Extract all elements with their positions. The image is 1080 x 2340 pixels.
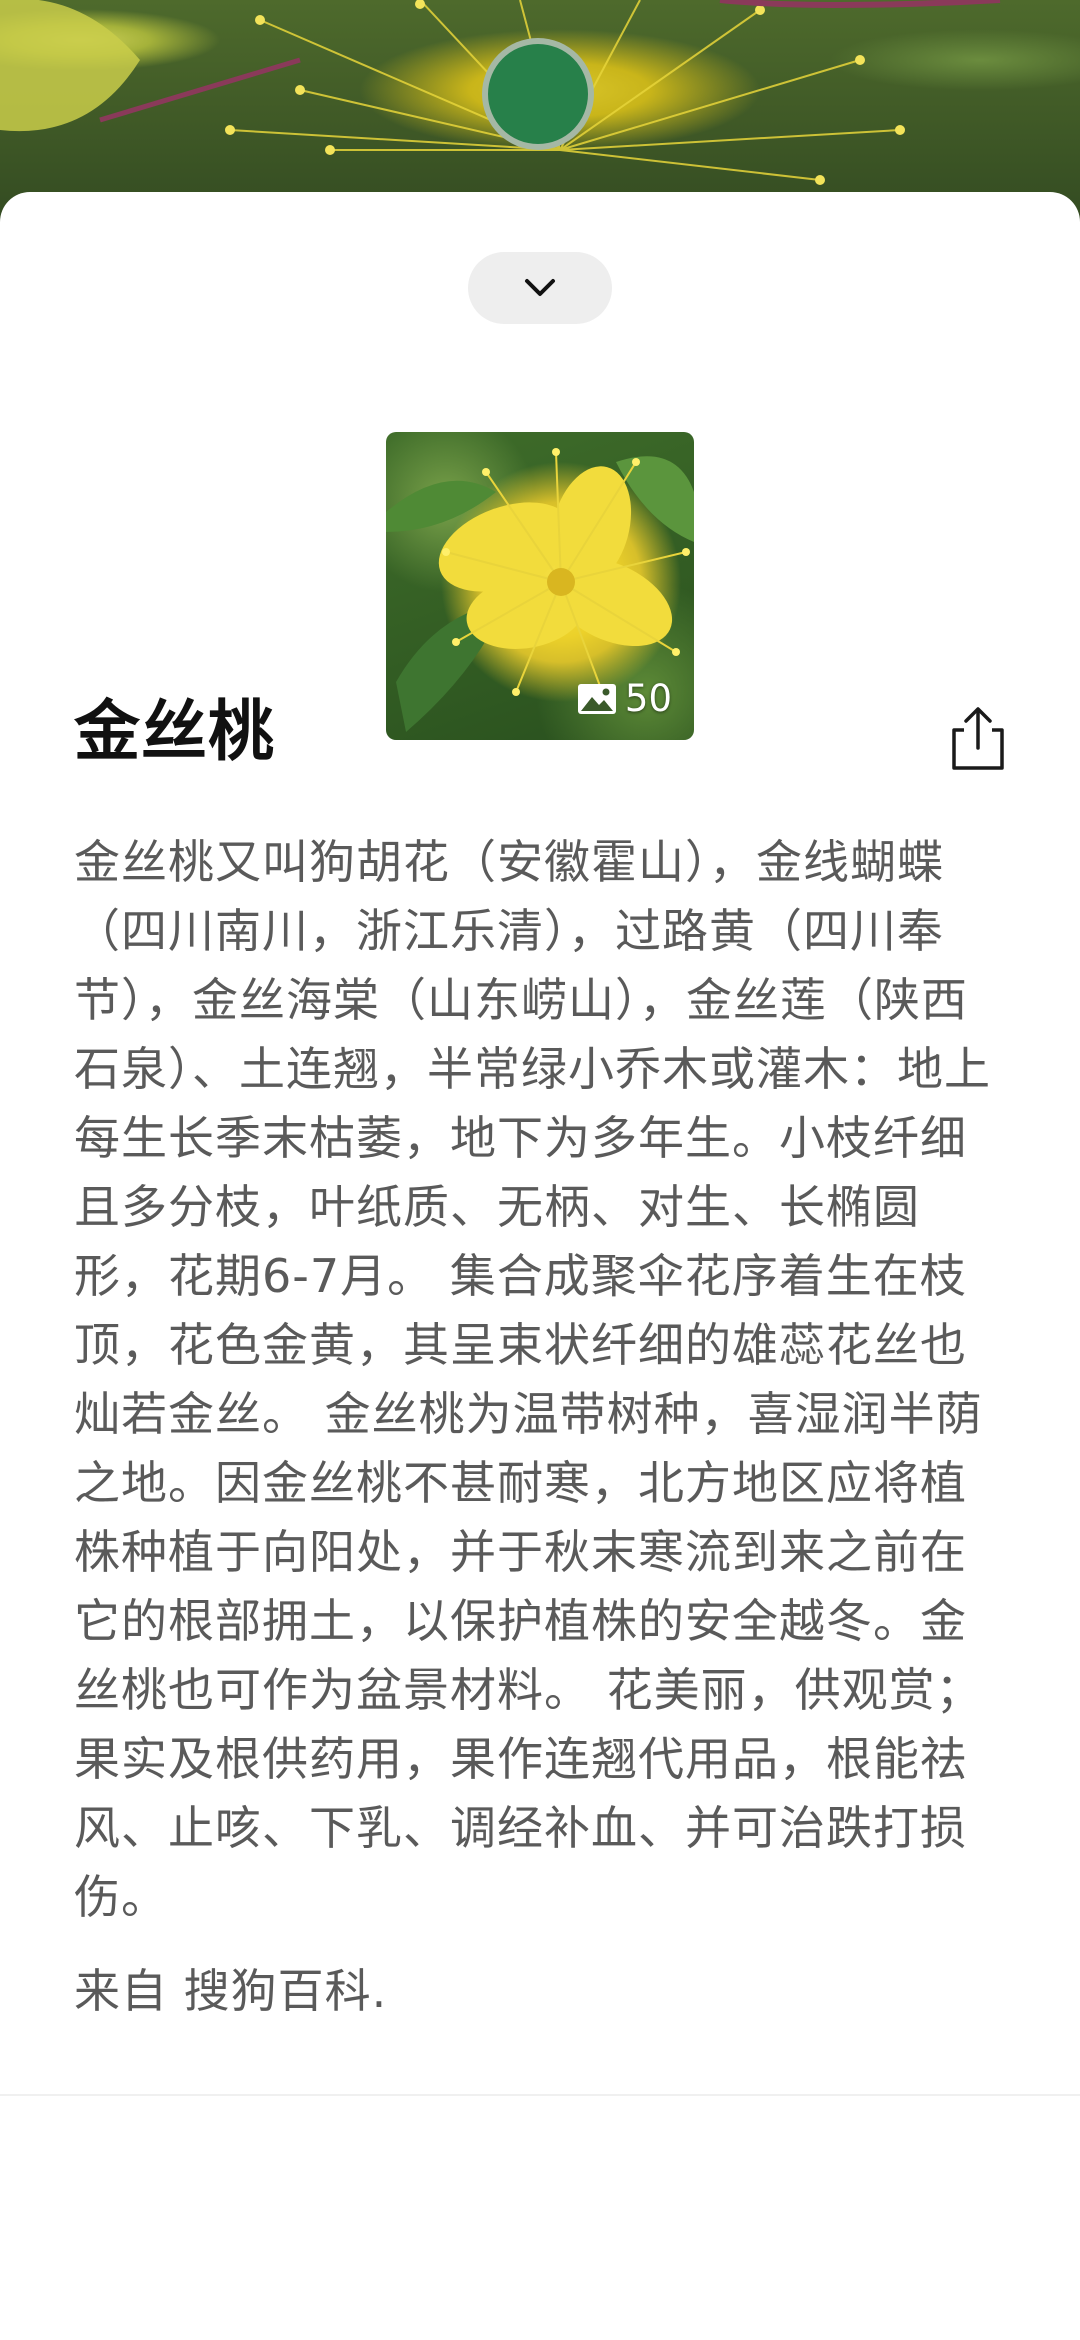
plant-photo-thumbnail[interactable]: 50 — [386, 432, 694, 740]
source-attribution[interactable]: 来自 搜狗百科. — [74, 1961, 387, 2021]
capture-button[interactable] — [482, 38, 594, 150]
screen: 50 金丝桃 金丝桃又叫狗胡花（安徽霍山），金线蝴蝶（四川南川，浙江乐清），过路… — [0, 0, 1080, 2340]
share-button[interactable] — [946, 704, 1010, 774]
plant-info-sheet: 50 金丝桃 金丝桃又叫狗胡花（安徽霍山），金线蝴蝶（四川南川，浙江乐清），过路… — [0, 192, 1080, 2340]
plant-description: 金丝桃又叫狗胡花（安徽霍山），金线蝴蝶（四川南川，浙江乐清），过路黄（四川奉节）… — [74, 835, 991, 1924]
collapse-sheet-button[interactable] — [468, 252, 612, 324]
photo-count-badge: 50 — [577, 677, 672, 720]
photo-count-text: 50 — [624, 677, 672, 720]
image-icon — [577, 683, 616, 714]
plant-name-title: 金丝桃 — [74, 693, 275, 770]
chevron-down-icon — [525, 279, 555, 296]
share-icon — [952, 707, 1004, 770]
bottom-divider — [0, 2094, 1080, 2096]
